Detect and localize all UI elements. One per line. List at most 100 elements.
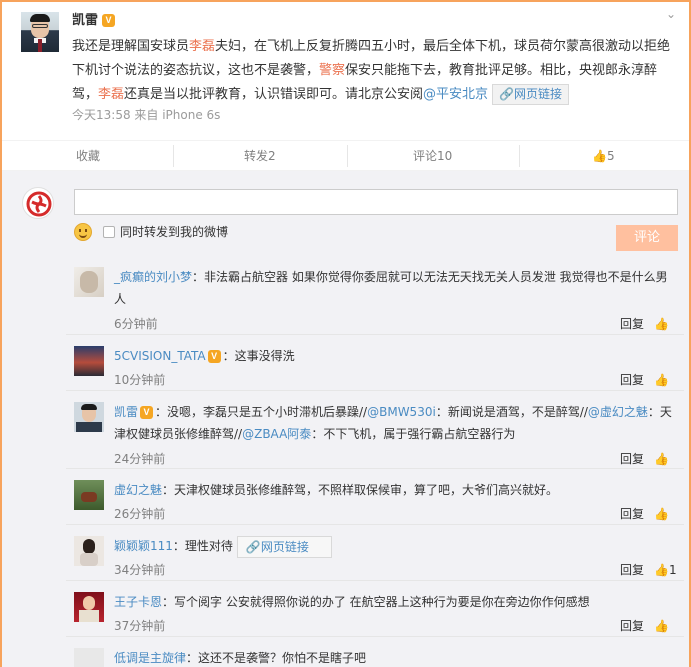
collect-button[interactable]: 收藏 <box>76 141 100 171</box>
verified-badge-icon[interactable]: V <box>102 14 116 27</box>
comment-body: 凯雷 V ：没嗯，李磊只是五个小时滞机后暴躁//@BMW530i：新闻说是酒驾，不是… <box>114 401 676 445</box>
text-segment: 还真是当以批评教育，认识错误即可。请北京公安阅 <box>124 87 424 102</box>
thumbs-up-icon: 👍 <box>654 507 669 521</box>
forward-button[interactable]: 转发2 <box>244 141 276 171</box>
link-icon: 🔗 <box>245 539 261 554</box>
comment-time: 10分钟前 <box>114 373 166 387</box>
commenter-name[interactable]: 低调是主旋律 <box>114 651 186 665</box>
highlight-keyword[interactable]: 李磊 <box>189 39 215 54</box>
reply-button[interactable]: 回复 <box>620 372 644 388</box>
text-segment: ：新闻说是酒驾，不是醉驾// <box>435 405 588 419</box>
comment-area: 同时转发到我的微博 评论 _疯癫的刘小梦：非法霸占航空器 如果你觉得你委屈就可以… <box>2 171 689 667</box>
post-text-content: 我还是理解国安球员李磊夫妇，在飞机上反复折腾四五小时，最后全体下机，球员荷尔蒙高… <box>72 39 670 102</box>
comment-like-button[interactable]: 👍1 <box>654 562 677 578</box>
commenter-avatar[interactable] <box>74 480 104 510</box>
like-count: 5 <box>606 149 615 163</box>
avatar-glasses <box>32 24 48 28</box>
comment-body: 5CVISION_TATA V ：这事没得洗 <box>114 345 676 367</box>
verified-badge-icon: V <box>140 406 154 419</box>
comment-divider <box>66 580 684 581</box>
commenter-avatar[interactable] <box>74 402 104 432</box>
verified-badge-icon: V <box>207 350 221 363</box>
forward-checkbox-label: 同时转发到我的微博 <box>120 225 229 239</box>
reply-button[interactable]: 回复 <box>620 618 644 634</box>
avatar-tie <box>38 39 42 52</box>
weibo-post: 凯雷 V 我还是理解国安球员李磊夫妇，在飞机上反复折腾四五小时，最后全体下机，球员… <box>2 2 689 132</box>
commenter-name[interactable]: 5CVISION_TATA <box>114 349 206 363</box>
thumbs-up-icon: 👍 <box>592 149 607 163</box>
text-segment: ：不下飞机，属于强行霸占航空器行为 <box>311 427 516 441</box>
commenter-name[interactable]: 凯雷 <box>114 405 138 419</box>
mention-link[interactable]: @虚幻之魅 <box>588 405 648 419</box>
comment-input[interactable] <box>74 189 678 215</box>
commenter-name[interactable]: 虚幻之魅 <box>114 483 162 497</box>
comment-body: 虚幻之魅：天津权健球员张修维醉驾，不照样取保候审，算了吧，大爷们高兴就好。 <box>114 479 676 501</box>
comment-text: ：天津权健球员张修维醉驾，不照样取保候审，算了吧，大爷们高兴就好。 <box>162 483 559 497</box>
comment-text: ：没嗯，李磊只是五个小时滞机后暴躁//@BMW530i：新闻说是酒驾，不是醉驾/… <box>114 405 672 441</box>
comment-like-count: 1 <box>668 563 677 577</box>
thumbs-up-icon: 👍 <box>654 373 669 387</box>
action-divider <box>519 145 520 167</box>
reply-button[interactable]: 回复 <box>620 562 644 578</box>
my-avatar[interactable] <box>22 187 54 219</box>
comment-button[interactable]: 评论10 <box>413 141 452 171</box>
comment-body: 低调是主旋律：这还不是袭警？你怕不是瞎子吧 <box>114 647 676 667</box>
comment-time: 24分钟前 <box>114 452 166 466</box>
author-avatar[interactable] <box>21 12 59 52</box>
highlight-keyword[interactable]: 警察 <box>319 63 345 78</box>
web-link-label: 网页链接 <box>514 87 563 101</box>
comment-body: 王子卡恩：写个阅字 公安就得照你说的办了 在航空器上这种行为要是你在旁边你作何感… <box>114 591 676 613</box>
comment-body: 颖颖颖111：理性对待 🔗网页链接 <box>114 535 676 558</box>
mention-link[interactable]: @平安北京 <box>423 87 488 102</box>
web-link-button[interactable]: 🔗网页链接 <box>236 535 332 558</box>
reply-button[interactable]: 回复 <box>620 451 644 467</box>
like-button[interactable]: 👍5 <box>592 141 615 171</box>
web-link-button[interactable]: 🔗网页链接 <box>492 84 570 105</box>
comment-like-button[interactable]: 👍 <box>654 451 669 467</box>
action-bar: 收藏 转发2 评论10 👍5 <box>2 140 689 171</box>
commenter-avatar[interactable] <box>74 592 104 622</box>
comment-divider <box>66 524 684 525</box>
emoji-icon[interactable] <box>74 223 92 241</box>
comment-divider <box>66 390 684 391</box>
commenter-name[interactable]: 王子卡恩 <box>114 595 162 609</box>
comment-like-button[interactable]: 👍 <box>654 506 669 522</box>
reply-button[interactable]: 回复 <box>620 506 644 522</box>
comment-like-button[interactable]: 👍 <box>654 372 669 388</box>
highlight-keyword[interactable]: 李磊 <box>98 87 124 102</box>
weibo-post-frame: ⌄ 凯雷 V 我还是理解国安球员李磊夫妇，在飞机上反复折腾四五小时，最后全体下机，… <box>0 0 691 667</box>
text-segment: 我还是理解国安球员 <box>72 39 190 54</box>
mention-link[interactable]: @BMW530i <box>367 405 436 419</box>
reply-button[interactable]: 回复 <box>620 316 644 332</box>
post-meta: 今天13:58 来自 iPhone 6s <box>72 108 221 122</box>
commenter-avatar[interactable] <box>74 346 104 376</box>
comment-like-button[interactable]: 👍 <box>654 618 669 634</box>
web-link-label: 网页链接 <box>260 539 309 554</box>
comment-divider <box>66 468 684 469</box>
comment-text: ：非法霸占航空器 如果你觉得你委屈就可以无法无天找无关人员发泄 我觉得也不是什么… <box>114 270 668 306</box>
commenter-avatar[interactable] <box>74 648 104 667</box>
submit-comment-button[interactable]: 评论 <box>616 225 678 251</box>
commenter-name[interactable]: 颖颖颖111 <box>114 539 173 553</box>
comment-time: 26分钟前 <box>114 507 166 521</box>
comment-divider <box>66 636 684 637</box>
author-name-row: 凯雷 V <box>72 13 116 29</box>
comment-text: ：这事没得洗 <box>222 349 295 363</box>
commenter-avatar[interactable] <box>74 267 104 297</box>
comment-time: 37分钟前 <box>114 619 166 633</box>
commenter-name[interactable]: _疯癫的刘小梦 <box>114 270 192 284</box>
thumbs-up-icon: 👍 <box>654 452 669 466</box>
comment-time: 34分钟前 <box>114 563 166 577</box>
comment-time: 6分钟前 <box>114 317 158 331</box>
comment-like-button[interactable]: 👍 <box>654 316 669 332</box>
author-name[interactable]: 凯雷 <box>72 13 98 28</box>
avatar-hair <box>30 14 50 22</box>
post-text: 我还是理解国安球员李磊夫妇，在飞机上反复折腾四五小时，最后全体下机，球员荷尔蒙高… <box>72 35 682 107</box>
forward-checkbox[interactable] <box>103 226 115 238</box>
mention-link[interactable]: @ZBAA阿泰 <box>242 427 311 441</box>
comment-text: ：写个阅字 公安就得照你说的办了 在航空器上这种行为要是你在旁边你作何感想 <box>162 595 590 609</box>
commenter-avatar[interactable] <box>74 536 104 566</box>
thumbs-up-icon: 👍 <box>654 619 669 633</box>
text-segment: ：没嗯，李磊只是五个小时滞机后暴躁// <box>155 405 368 419</box>
action-divider <box>347 145 348 167</box>
